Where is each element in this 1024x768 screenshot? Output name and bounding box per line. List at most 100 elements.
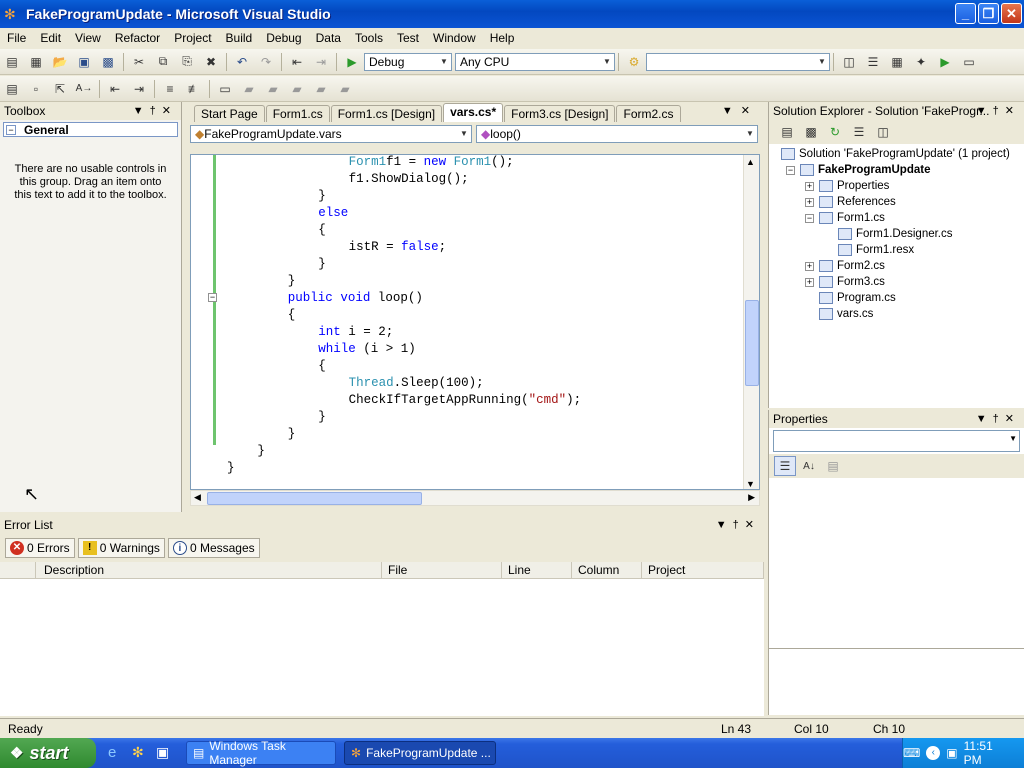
navigate-forward-icon[interactable]: ⇥ [310,52,332,72]
column-header-project[interactable]: Project [642,562,764,578]
previous-bookmark-icon[interactable]: ▰ [238,79,260,99]
clear-bookmarks-icon[interactable]: ▰ [334,79,356,99]
start-debugging-icon[interactable]: ▶ [341,52,363,72]
tree-item[interactable]: Form2.cs [819,258,885,274]
undo-icon[interactable]: ↶ [231,52,253,72]
tab-form3-design[interactable]: Form3.cs [Design] [504,105,616,122]
add-item-icon[interactable]: ▦ [25,52,47,72]
start-page-icon[interactable]: ▶ [934,52,956,72]
navigate-backward-icon[interactable]: ⇤ [286,52,308,72]
tree-item[interactable]: Program.cs [819,290,896,306]
cut-icon[interactable]: ✂ [128,52,150,72]
complete-word-icon[interactable]: A→ [73,79,95,99]
menu-help[interactable]: Help [483,31,522,45]
messages-filter-button[interactable]: i0 Messages [167,538,260,558]
command-window-icon[interactable]: ▭ [958,52,980,72]
delete-icon[interactable]: ✖ [200,52,222,72]
errors-filter-button[interactable]: ✕ 0 Errors [5,538,75,558]
collapse-icon[interactable]: − [6,124,16,135]
menu-view[interactable]: View [68,31,108,45]
tree-item[interactable]: Form1.cs [819,210,885,226]
task-visual-studio[interactable]: ✻ FakeProgramUpdate ... [344,741,496,765]
toggle-bookmark-icon[interactable]: ▭ [214,79,236,99]
close-button[interactable]: ✕ [1001,3,1022,24]
menu-edit[interactable]: Edit [33,31,68,45]
quick-launch-icon[interactable]: ✻ [132,744,144,761]
view-class-diagram-icon[interactable]: ◫ [872,122,894,142]
expand-icon[interactable]: + [805,262,814,271]
tree-item[interactable]: Properties [819,178,889,194]
scroll-up-icon[interactable]: ▲ [746,157,755,167]
solution-platform-select[interactable]: Any CPU ▼ [455,52,615,71]
tree-item[interactable]: References [819,194,896,210]
task-windows-task-manager[interactable]: ▤ Windows Task Manager [186,739,336,767]
paste-icon[interactable]: ⎘ [176,52,198,72]
menu-build[interactable]: Build [219,31,260,45]
comment-lines-icon[interactable]: ≡ [159,79,181,99]
tab-form1-design[interactable]: Form1.cs [Design] [330,105,443,122]
member-select[interactable]: ◆loop() ▼ [476,125,758,143]
column-header-description[interactable]: Description [36,562,382,578]
toolbox-icon[interactable]: ✦ [910,52,932,72]
menu-refactor[interactable]: Refactor [108,31,167,45]
display-object-member-list-icon[interactable]: ▤ [1,79,23,99]
menu-tools[interactable]: Tools [348,31,390,45]
show-all-files-icon[interactable]: ▩ [800,122,822,142]
horizontal-scrollbar[interactable]: ◀ ▶ [190,490,760,506]
class-select[interactable]: ◆FakeProgramUpdate.vars ▼ [190,125,472,143]
open-file-icon[interactable]: 📂 [49,52,71,72]
panel-controls[interactable]: ▼†✕ [976,412,1020,425]
menu-test[interactable]: Test [390,31,426,45]
tree-item[interactable]: Solution 'FakeProgramUpdate' (1 project) [781,146,1010,162]
menu-debug[interactable]: Debug [259,31,308,45]
vertical-scrollbar[interactable]: ▲ ▼ [743,155,759,489]
save-all-icon[interactable]: ▩ [97,52,119,72]
tree-item[interactable]: FakeProgramUpdate [800,162,930,178]
panel-controls[interactable]: ▼†✕ [133,104,177,117]
alphabetical-icon[interactable]: A↓ [798,456,820,476]
warnings-filter-button[interactable]: ! 0 Warnings [77,538,165,558]
categorized-icon[interactable]: ☰ [774,456,796,476]
next-bookmark-folder-icon[interactable]: ▰ [310,79,332,99]
column-header-line[interactable]: Line [502,562,572,578]
tree-item[interactable]: vars.cs [819,306,873,322]
tree-item[interactable]: Form1.resx [838,242,914,258]
tab-form1-cs[interactable]: Form1.cs [265,105,330,122]
decrease-indent-icon[interactable]: ⇤ [104,79,126,99]
property-pages-icon[interactable]: ▤ [822,456,844,476]
object-browser-icon[interactable]: ▦ [886,52,908,72]
tab-form2-cs[interactable]: Form2.cs [616,105,681,122]
menu-window[interactable]: Window [426,31,483,45]
menu-data[interactable]: Data [309,31,348,45]
view-code-icon[interactable]: ☰ [848,122,870,142]
tab-controls[interactable]: ▼✕ [722,104,758,117]
internet-explorer-icon[interactable]: e [108,744,116,761]
find-combo[interactable]: ▼ [646,52,830,71]
expand-icon[interactable]: + [805,198,814,207]
show-hidden-icons-icon[interactable]: ‹ [926,746,941,760]
parameter-info-icon[interactable]: ▫ [25,79,47,99]
start-button[interactable]: ❖ start [0,738,96,768]
show-desktop-icon[interactable]: ▣ [156,744,169,761]
solution-explorer-icon[interactable]: ◫ [838,52,860,72]
scroll-right-icon[interactable]: ▶ [748,492,755,503]
scroll-thumb[interactable] [207,492,422,505]
tree-item[interactable]: Form1.Designer.cs [838,226,953,242]
expand-icon[interactable]: + [805,278,814,287]
toolbox-group-general[interactable]: − General [3,122,178,137]
column-header-icon[interactable] [0,562,36,578]
code-text-area[interactable]: Form1f1 = new Form1(); f1.ShowDialog();} e… [190,154,760,490]
maximize-button[interactable]: ❐ [978,3,999,24]
collapse-icon[interactable]: − [805,214,814,223]
properties-window-icon[interactable]: ☰ [862,52,884,72]
panel-controls[interactable]: ▼†✕ [976,104,1020,117]
new-project-icon[interactable]: ▤ [1,52,23,72]
properties-icon[interactable]: ▤ [776,122,798,142]
network-icon[interactable]: ▣ [946,746,957,760]
collapse-icon[interactable]: − [208,293,217,302]
solution-configuration-select[interactable]: Debug ▼ [364,52,452,71]
panel-controls[interactable]: ▼†✕ [716,518,760,531]
refresh-icon[interactable]: ↻ [824,122,846,142]
object-select[interactable]: ▼ [773,430,1020,452]
collapse-icon[interactable]: − [786,166,795,175]
